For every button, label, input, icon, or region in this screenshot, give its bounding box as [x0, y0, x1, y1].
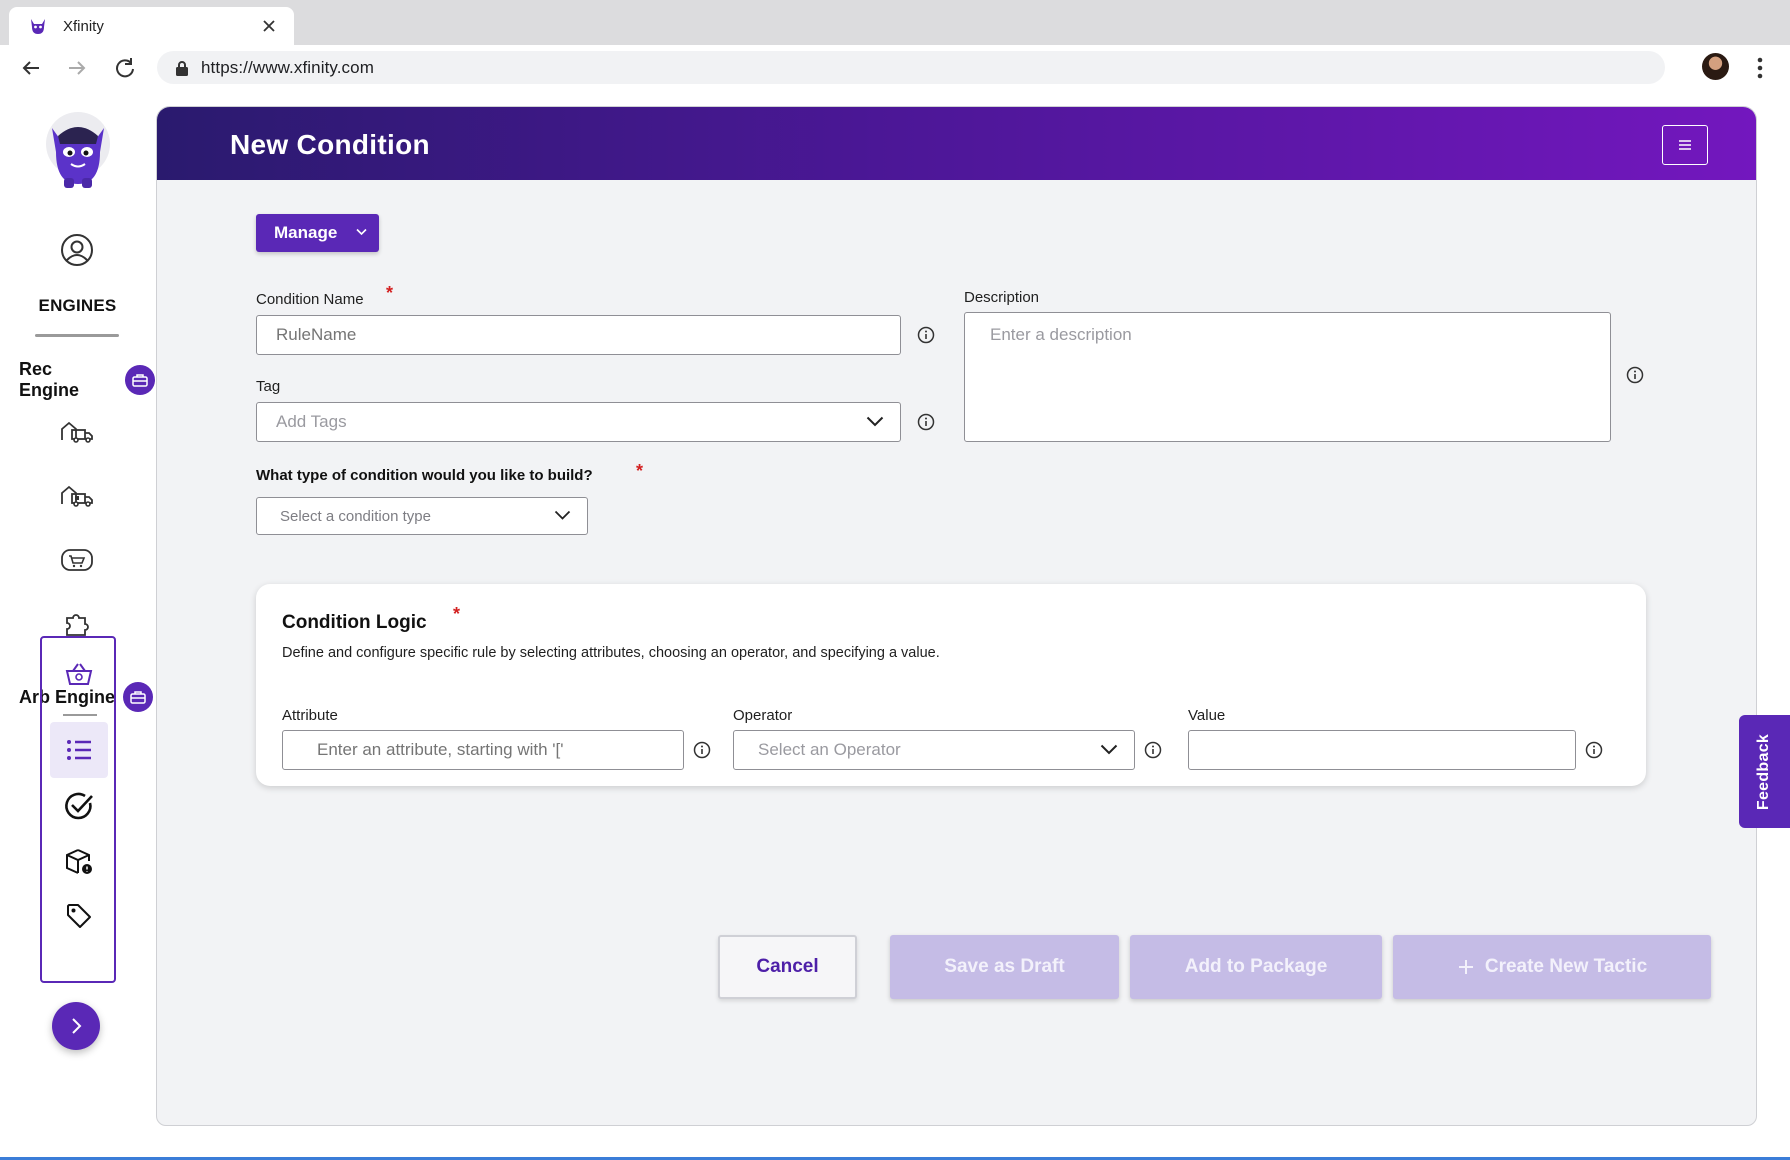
- shopping-cart-icon[interactable]: [57, 542, 97, 578]
- chevron-down-icon: [356, 228, 367, 236]
- condition-logic-description: Define and configure specific rule by se…: [282, 645, 940, 661]
- save-as-draft-button[interactable]: Save as Draft: [890, 935, 1119, 999]
- create-new-tactic-button[interactable]: Create New Tactic: [1393, 935, 1711, 999]
- condition-name-input[interactable]: [256, 315, 901, 355]
- lock-icon: [175, 60, 189, 76]
- list-icon[interactable]: [57, 730, 101, 770]
- tag-icon[interactable]: [57, 896, 101, 936]
- expand-rail-button[interactable]: [52, 1002, 100, 1050]
- browser-menu-icon[interactable]: [1745, 53, 1775, 83]
- browser-tabstrip: Xfinity: [0, 0, 1790, 45]
- condition-type-placeholder: Select a condition type: [280, 507, 431, 525]
- condition-logic-title: Condition Logic: [282, 612, 427, 633]
- attribute-input[interactable]: [282, 730, 684, 770]
- cancel-button[interactable]: Cancel: [718, 935, 857, 999]
- reload-icon[interactable]: [110, 53, 140, 83]
- feedback-label: Feedback: [1755, 733, 1773, 810]
- mascot-logo: [38, 108, 118, 192]
- required-asterisk: *: [386, 283, 394, 303]
- page-title: New Condition: [230, 129, 430, 160]
- address-bar[interactable]: https://www.xfinity.com: [157, 51, 1665, 84]
- required-asterisk: *: [453, 604, 461, 624]
- rec-engine-label: Rec Engine: [19, 359, 80, 400]
- info-icon[interactable]: [917, 326, 935, 344]
- engines-divider: [35, 334, 119, 337]
- tag-placeholder: Add Tags: [276, 412, 347, 431]
- check-circle-icon[interactable]: [57, 786, 101, 826]
- value-label: Value: [1188, 707, 1226, 724]
- condition-logic-card: Condition Logic * Define and configure s…: [256, 584, 1646, 786]
- main-panel: New Condition Manage Condition Name * Ta…: [156, 106, 1757, 1126]
- chevron-down-icon: [554, 510, 571, 520]
- browser-profile-avatar[interactable]: [1702, 53, 1729, 80]
- operator-label: Operator: [733, 707, 793, 724]
- description-placeholder: Enter a description: [990, 325, 1132, 344]
- feedback-tab[interactable]: Feedback: [1739, 715, 1790, 828]
- chevron-down-icon: [1100, 744, 1118, 755]
- left-navigation-rail: ENGINES Rec Engine Arb Engine: [0, 90, 155, 1160]
- rec-engine-toolbox-icon[interactable]: [125, 365, 155, 395]
- info-icon[interactable]: [693, 741, 711, 759]
- operator-placeholder: Select an Operator: [758, 740, 901, 759]
- close-tab-icon[interactable]: [258, 15, 280, 37]
- info-icon[interactable]: [1144, 741, 1162, 759]
- user-profile-icon[interactable]: [59, 232, 95, 268]
- arb-engine-toolbox-icon[interactable]: [123, 682, 154, 712]
- xfinity-favicon-icon: [27, 15, 49, 37]
- tag-label: Tag: [256, 378, 281, 395]
- forward-arrow-icon[interactable]: [62, 53, 92, 83]
- condition-name-label: Condition Name: [256, 291, 364, 308]
- browser-toolbar: https://www.xfinity.com: [0, 45, 1790, 90]
- arb-engine-menu: [40, 636, 116, 983]
- info-icon[interactable]: [1585, 741, 1603, 759]
- create-new-tactic-label: Create New Tactic: [1484, 956, 1648, 977]
- description-textarea[interactable]: Enter a description: [964, 312, 1611, 442]
- manage-button-label: Manage: [274, 223, 338, 242]
- basket-icon[interactable]: [57, 654, 101, 694]
- attribute-label: Attribute: [282, 707, 338, 724]
- tag-select[interactable]: Add Tags: [256, 402, 901, 442]
- required-asterisk: *: [636, 461, 644, 481]
- back-arrow-icon[interactable]: [16, 53, 46, 83]
- condition-type-select[interactable]: Select a condition type: [256, 497, 588, 535]
- package-icon[interactable]: [57, 842, 101, 882]
- browser-tab[interactable]: Xfinity: [9, 7, 294, 45]
- operator-select[interactable]: Select an Operator: [733, 730, 1135, 770]
- url-text: https://www.xfinity.com: [201, 57, 374, 77]
- plus-icon: [1457, 958, 1475, 976]
- delivery-truck-alt-icon[interactable]: [57, 478, 97, 514]
- add-to-package-button[interactable]: Add to Package: [1130, 935, 1382, 999]
- chevron-down-icon: [866, 416, 884, 427]
- engines-section-title: ENGINES: [38, 296, 117, 315]
- description-label: Description: [964, 289, 1040, 306]
- rec-engine-header: Rec Engine: [19, 359, 155, 401]
- value-input[interactable]: [1188, 730, 1576, 770]
- delivery-truck-icon[interactable]: [57, 414, 97, 450]
- condition-type-label: What type of condition would you like to…: [256, 467, 593, 484]
- arb-menu-divider: [63, 714, 97, 716]
- info-icon[interactable]: [1626, 366, 1644, 384]
- manage-dropdown-button[interactable]: Manage: [256, 214, 379, 252]
- browser-tab-title: Xfinity: [63, 17, 104, 35]
- info-icon[interactable]: [917, 413, 935, 431]
- header-menu-button[interactable]: [1662, 125, 1708, 165]
- page-header: New Condition: [157, 107, 1756, 180]
